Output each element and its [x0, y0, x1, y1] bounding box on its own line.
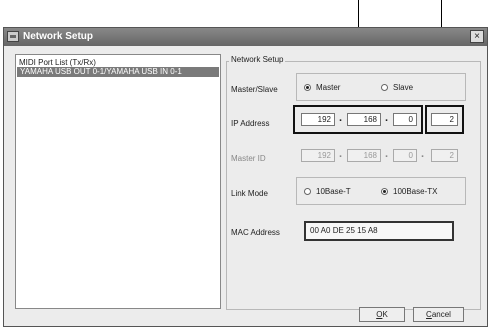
10base-t-radio[interactable] [304, 188, 311, 195]
ok-button[interactable]: OK [359, 307, 405, 322]
close-button[interactable]: × [470, 30, 484, 43]
master-radio[interactable] [304, 84, 311, 91]
master-id-octet-2-field: 168 [347, 149, 381, 162]
master-label: Master [316, 83, 341, 92]
network-icon [7, 31, 19, 42]
mac-address-label: MAC Address [231, 228, 280, 237]
link-mode-label: Link Mode [231, 189, 268, 198]
port-list-header: MIDI Port List (Tx/Rx) [19, 58, 96, 67]
ok-label-rest: K [382, 310, 388, 319]
octet-separator: . [339, 148, 343, 160]
100base-tx-radio[interactable] [381, 188, 388, 195]
cancel-button[interactable]: Cancel [413, 307, 464, 322]
master-id-label: Master ID [231, 154, 266, 163]
ip-octet-2-field[interactable]: 168 [347, 113, 381, 126]
ip-octet-1-field[interactable]: 192 [301, 113, 335, 126]
mac-address-value: 00 A0 DE 25 15 A8 [304, 221, 454, 241]
master-id-octet-4-field: 2 [431, 149, 458, 162]
master-id-octet-1-field: 192 [301, 149, 335, 162]
ip-address-label: IP Address [231, 119, 270, 128]
title-bar: Network Setup × [4, 28, 487, 46]
network-setup-window: Network Setup × MIDI Port List (Tx/Rx) Y… [3, 27, 488, 327]
ip-octet-3-field[interactable]: 0 [393, 113, 417, 126]
list-item[interactable]: YAMAHA USB OUT 0-1/YAMAHA USB IN 0-1 [17, 67, 219, 77]
octet-separator: . [339, 112, 343, 124]
ip-octet-4-field[interactable]: 2 [431, 113, 458, 126]
group-label: Network Setup [229, 55, 286, 64]
octet-separator: . [421, 148, 425, 160]
slave-radio[interactable] [381, 84, 388, 91]
slave-label: Slave [393, 83, 414, 92]
10base-t-label: 10Base-T [316, 187, 351, 196]
100base-tx-label: 100Base-TX [393, 187, 438, 196]
octet-separator: . [385, 112, 389, 124]
master-id-octet-3-field: 0 [393, 149, 417, 162]
window-title: Network Setup [23, 31, 94, 42]
cancel-label-rest: ancel [431, 310, 451, 319]
midi-port-list[interactable]: MIDI Port List (Tx/Rx) YAMAHA USB OUT 0-… [15, 54, 221, 309]
master-slave-label: Master/Slave [231, 85, 278, 94]
octet-separator: . [385, 148, 389, 160]
